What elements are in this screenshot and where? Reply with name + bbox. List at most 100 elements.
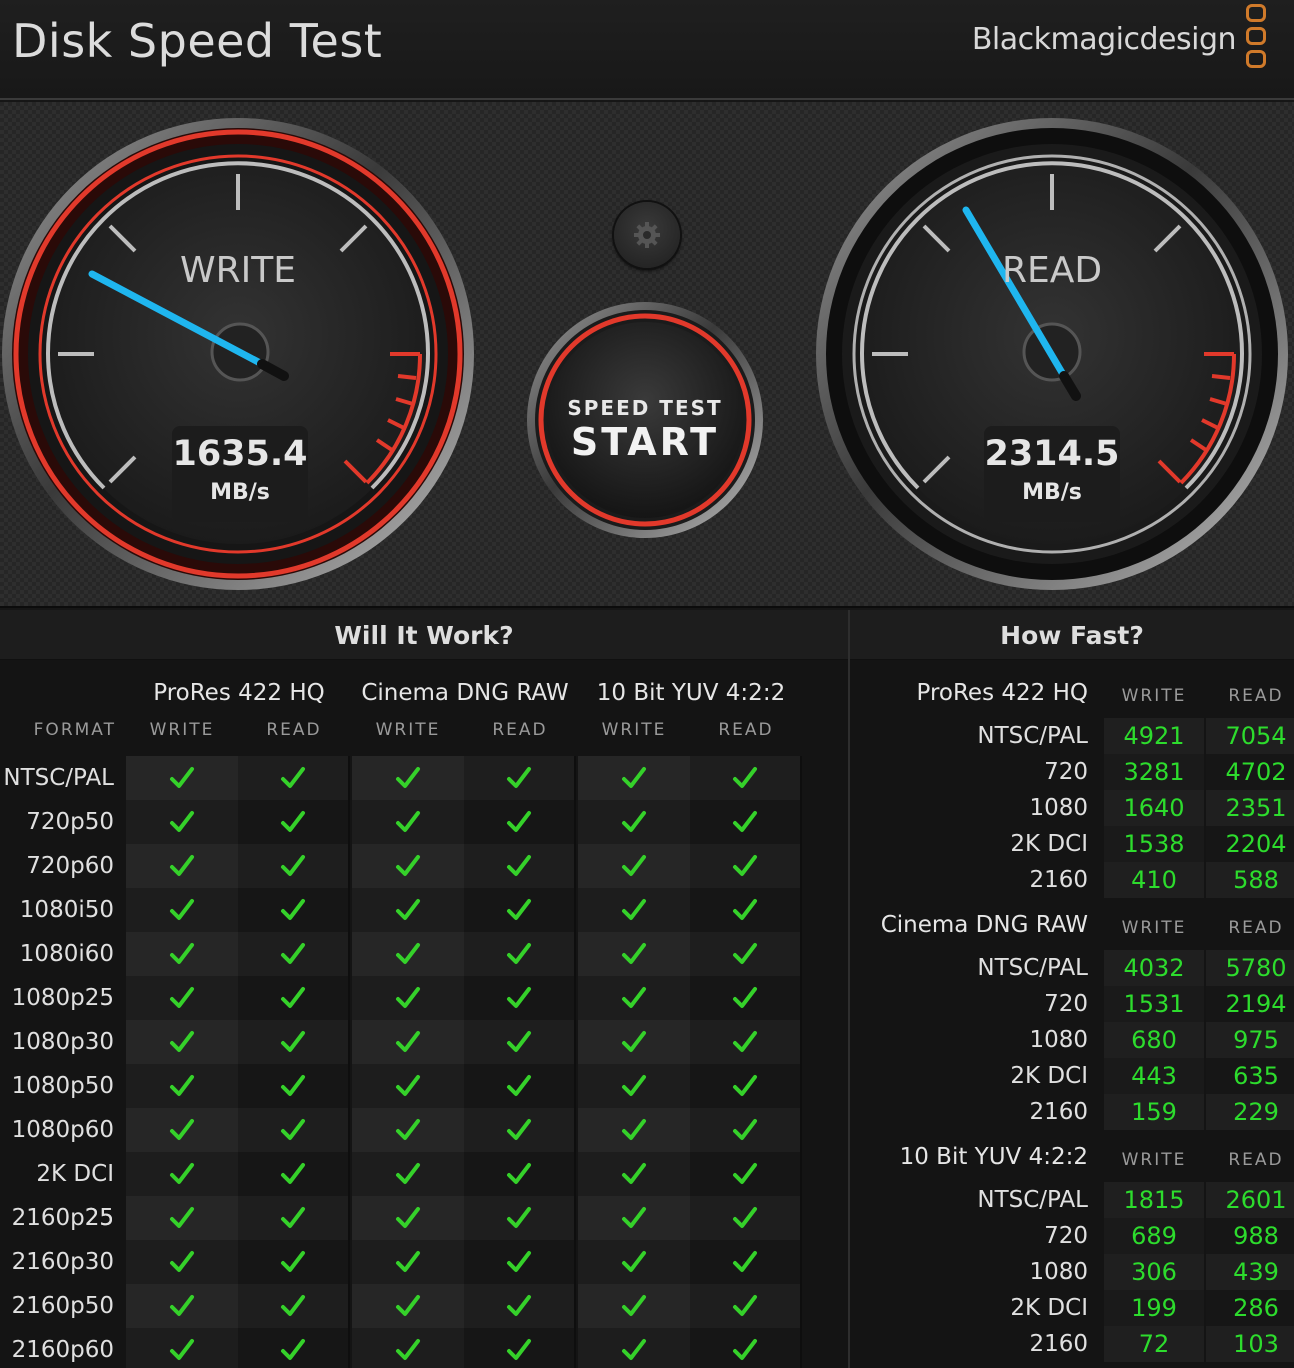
checkmark-icon	[170, 987, 194, 1008]
support-cell	[690, 888, 802, 932]
support-cell	[126, 1152, 238, 1196]
checkmark-icon	[733, 943, 757, 964]
read-column-header: READ	[1228, 686, 1284, 706]
how-fast-title: How Fast?	[850, 610, 1294, 660]
support-cell	[352, 1328, 464, 1368]
support-cell	[464, 1196, 576, 1240]
read-gauge-label: READ	[1001, 250, 1103, 291]
table-row: 2160 72 103	[850, 1326, 1294, 1362]
write-fps-value: 306	[1104, 1254, 1204, 1290]
codec-header: 10 Bit YUV 4:2:2	[596, 680, 786, 706]
write-gauge-label: WRITE	[180, 250, 296, 291]
checkmark-icon	[281, 1207, 305, 1228]
checkmark-icon	[622, 811, 646, 832]
checkmark-icon	[281, 1251, 305, 1272]
resolution-label: 2160	[1029, 1099, 1088, 1125]
support-cell	[238, 888, 350, 932]
support-cell	[690, 1064, 802, 1108]
support-cell	[464, 800, 576, 844]
resolution-label: NTSC/PAL	[977, 1187, 1088, 1213]
support-cell	[464, 1064, 576, 1108]
write-column-header: WRITE	[375, 720, 441, 740]
how-fast-table: ProRes 422 HQ WRITE READ NTSC/PAL 4921 7054 72…	[850, 670, 1294, 1362]
format-label: 1080p25	[11, 985, 114, 1011]
checkmark-icon	[733, 1339, 757, 1360]
support-cell	[464, 1108, 576, 1152]
support-cell	[464, 1152, 576, 1196]
table-row: NTSC/PAL	[0, 756, 806, 800]
support-cell	[238, 844, 350, 888]
support-cell	[578, 932, 690, 976]
read-fps-value: 588	[1206, 862, 1294, 898]
start-button[interactable]: SPEED TEST START	[538, 310, 752, 524]
support-cell	[126, 756, 238, 800]
support-cell	[238, 932, 350, 976]
resolution-label: 720	[1044, 759, 1088, 785]
checkmark-icon	[281, 1339, 305, 1360]
brand-logo-icon	[1246, 4, 1268, 78]
support-cell	[578, 1152, 690, 1196]
checkmark-icon	[733, 767, 757, 788]
checkmark-icon	[396, 1119, 420, 1140]
support-cell	[238, 1108, 350, 1152]
format-label: 2160p60	[11, 1337, 114, 1363]
checkmark-icon	[507, 1207, 531, 1228]
support-cell	[578, 756, 690, 800]
checkmark-icon	[622, 1031, 646, 1052]
table-row: 1080p60	[0, 1108, 806, 1152]
resolution-label: 1080	[1029, 795, 1088, 821]
support-cell	[352, 844, 464, 888]
write-column-header: WRITE	[1121, 918, 1187, 938]
checkmark-icon	[507, 1075, 531, 1096]
checkmark-icon	[170, 1251, 194, 1272]
support-cell	[352, 1020, 464, 1064]
checkmark-icon	[281, 943, 305, 964]
checkmark-icon	[281, 1119, 305, 1140]
support-cell	[126, 1196, 238, 1240]
codec-header: 10 Bit YUV 4:2:2	[899, 1144, 1088, 1170]
checkmark-icon	[622, 1295, 646, 1316]
checkmark-icon	[622, 767, 646, 788]
read-fps-value: 7054	[1206, 718, 1294, 754]
checkmark-icon	[733, 987, 757, 1008]
support-cell	[126, 1328, 238, 1368]
checkmark-icon	[396, 1295, 420, 1316]
support-cell	[238, 1196, 350, 1240]
write-fps-value: 4921	[1104, 718, 1204, 754]
table-row: 720 3281 4702	[850, 754, 1294, 790]
write-fps-value: 72	[1104, 1326, 1204, 1362]
format-label: 2160p50	[11, 1293, 114, 1319]
support-cell	[690, 1020, 802, 1064]
support-cell	[352, 1196, 464, 1240]
checkmark-icon	[170, 1075, 194, 1096]
checkmark-icon	[281, 767, 305, 788]
support-cell	[690, 1328, 802, 1368]
app-title: Disk Speed Test	[12, 14, 383, 68]
support-cell	[352, 1152, 464, 1196]
checkmark-icon	[396, 855, 420, 876]
table-row: 720 1531 2194	[850, 986, 1294, 1022]
support-cell	[578, 1108, 690, 1152]
checkmark-icon	[170, 1339, 194, 1360]
table-row: 720 689 988	[850, 1218, 1294, 1254]
table-row: 720p60	[0, 844, 806, 888]
support-cell	[690, 1152, 802, 1196]
checkmark-icon	[733, 1119, 757, 1140]
support-cell	[238, 1020, 350, 1064]
checkmark-icon	[170, 1207, 194, 1228]
format-label: 1080p30	[11, 1029, 114, 1055]
table-row: 1080i60	[0, 932, 806, 976]
settings-button[interactable]	[614, 202, 680, 268]
checkmark-icon	[281, 1295, 305, 1316]
checkmark-icon	[281, 899, 305, 920]
support-cell	[352, 1108, 464, 1152]
checkmark-icon	[170, 1163, 194, 1184]
support-cell	[464, 976, 576, 1020]
read-fps-value: 2204	[1206, 826, 1294, 862]
support-cell	[352, 976, 464, 1020]
support-cell	[352, 1240, 464, 1284]
checkmark-icon	[507, 1119, 531, 1140]
read-column-header: READ	[1228, 918, 1284, 938]
read-fps-value: 4702	[1206, 754, 1294, 790]
read-column-header: READ	[1228, 1150, 1284, 1170]
